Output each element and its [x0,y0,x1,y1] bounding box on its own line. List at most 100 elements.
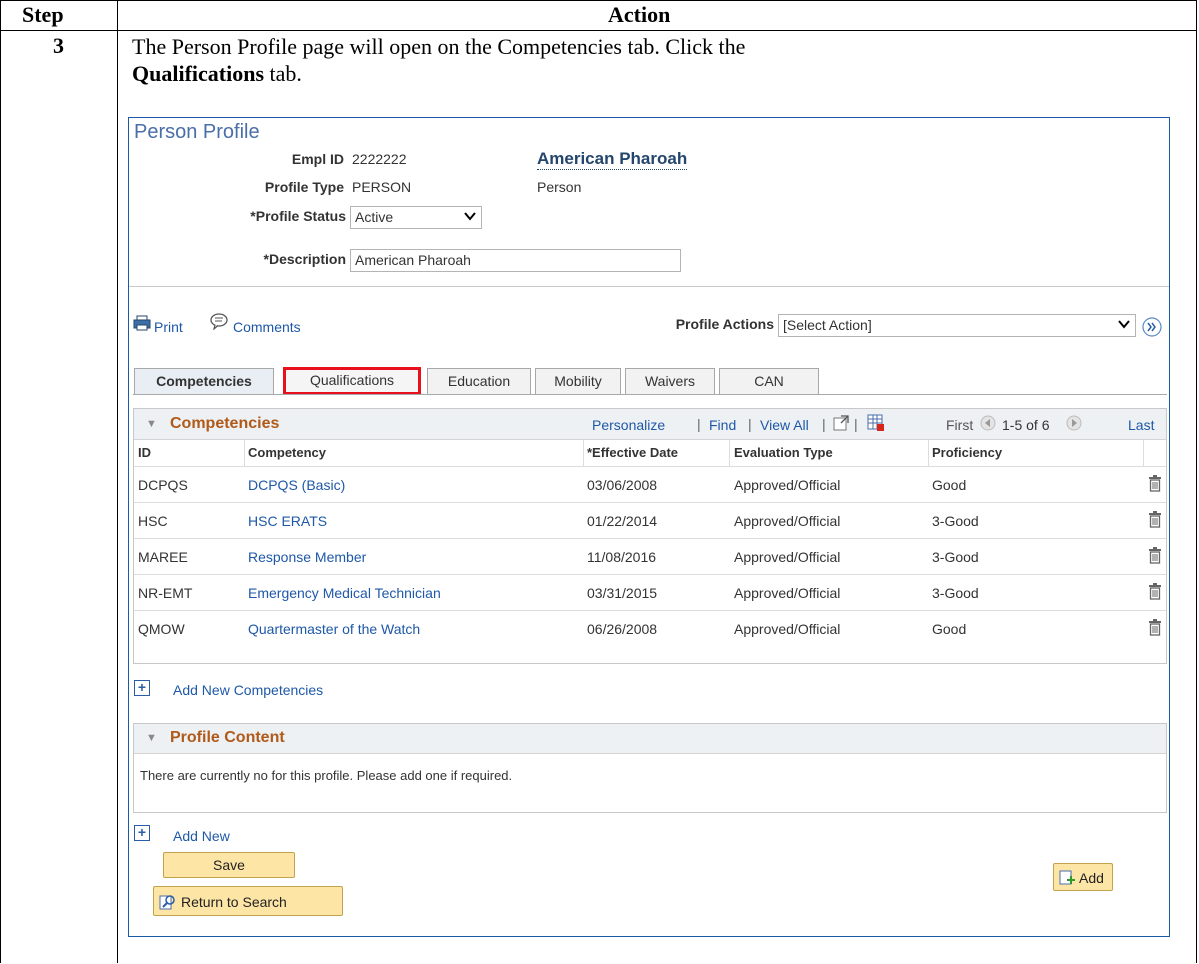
view-all-link[interactable]: View All [760,417,809,433]
add-new-plus-icon[interactable]: + [134,825,150,841]
row-proficiency: 3-Good [932,549,979,565]
separator: | [822,416,826,432]
profile-status-label: *Profile Status [250,208,346,224]
tab-waivers[interactable]: Waivers [625,368,715,394]
table-border-left [0,0,1,963]
row-evaluation-type: Approved/Official [734,549,841,565]
row-proficiency: Good [932,477,967,493]
chevron-down-icon [464,212,476,221]
profile-actions-label: Profile Actions [675,316,774,332]
comments-link[interactable]: Comments [233,319,301,335]
row-effective-date: 11/08/2016 [587,549,657,565]
trash-icon[interactable] [1148,619,1162,636]
table-header-divider [0,30,1197,31]
profile-content-title: Profile Content [170,729,285,746]
add-button[interactable]: Add [1053,863,1113,891]
row-evaluation-type: Approved/Official [734,477,841,493]
profile-type-label: Profile Type [264,179,344,195]
next-icon[interactable] [1066,415,1082,431]
return-to-search-label: Return to Search [181,894,287,910]
column-header-proficiency: Proficiency [932,445,1003,460]
competencies-grid-title: Competencies [170,415,280,432]
step-number: 3 [53,33,64,58]
profile-type-value: PERSON [352,179,412,195]
chevron-down-icon [1118,320,1130,329]
profile-actions-select[interactable]: [Select Action] [778,314,1136,337]
add-new-link[interactable]: Add New [173,828,230,844]
return-search-icon [159,895,175,910]
tab-mobility[interactable]: Mobility [535,368,621,394]
table-row: QMOW Quartermaster of the Watch 06/26/20… [134,610,1166,646]
instruction-line-2: Qualifications tab. [132,60,302,87]
add-new-competencies-link[interactable]: Add New Competencies [173,682,323,698]
trash-icon[interactable] [1148,583,1162,600]
add-button-label: Add [1079,870,1104,886]
add-competency-plus-icon[interactable]: + [134,680,150,696]
empl-id-value: 2222222 [352,151,407,167]
last-link[interactable]: Last [1128,417,1154,433]
add-document-icon [1059,870,1075,885]
go-icon[interactable] [1142,317,1162,337]
row-effective-date: 03/31/2015 [587,585,658,601]
profile-status-value: Active [355,209,394,225]
trash-icon[interactable] [1148,475,1162,492]
first-label: First [946,417,974,433]
collapse-triangle-icon[interactable]: ▼ [146,732,157,744]
print-link[interactable]: Print [154,319,183,335]
grid-column-headers: ID Competency *Effective Date Evaluation… [134,440,1166,466]
profile-content-section: ▼ Profile Content There are currently no… [133,723,1167,813]
row-competency-link[interactable]: DCPQS (Basic) [248,477,345,493]
row-competency-link[interactable]: HSC ERATS [248,513,327,529]
trash-icon[interactable] [1148,511,1162,528]
new-window-icon[interactable] [833,415,849,431]
separator: | [854,416,858,432]
tab-competencies[interactable]: Competencies [134,368,274,394]
row-proficiency: Good [932,621,967,637]
tab-strip-baseline [133,394,1167,395]
table-row: HSC HSC ERATS 01/22/2014 Approved/Offici… [134,502,1166,538]
page-title: Person Profile [134,121,260,143]
row-id: HSC [138,513,168,529]
row-id: MAREE [138,549,188,565]
column-header-evaluation-type: Evaluation Type [734,445,833,460]
row-competency-link[interactable]: Emergency Medical Technician [248,585,441,601]
person-name[interactable]: American Pharoah [537,149,688,170]
row-effective-date: 06/26/2008 [587,621,658,637]
column-divider [583,440,584,466]
column-header-competency: Competency [248,445,327,460]
instruction-bold-target: Qualifications [132,61,265,86]
row-effective-date: 01/22/2014 [587,513,658,529]
profile-content-header: ▼ Profile Content [134,724,1166,754]
save-button[interactable]: Save [163,852,295,878]
row-competency-link[interactable]: Response Member [248,549,366,565]
description-input[interactable]: American Pharoah [350,249,681,272]
instruction-tail: tab. [264,61,302,86]
profile-status-select[interactable]: Active [350,206,482,229]
person-profile-panel: Person Profile Empl ID 2222222 American … [128,117,1170,937]
find-link[interactable]: Find [709,417,736,433]
previous-icon[interactable] [980,415,996,431]
print-icon[interactable] [133,315,151,331]
row-id: DCPQS [138,477,188,493]
comments-icon[interactable] [209,312,229,330]
personalize-link[interactable]: Personalize [592,417,665,433]
tab-can[interactable]: CAN [719,368,819,394]
row-id: QMOW [138,621,185,637]
collapse-triangle-icon[interactable]: ▼ [146,418,157,430]
tab-education[interactable]: Education [427,368,531,394]
table-column-divider [117,0,118,963]
step-column-header: Step [22,2,64,27]
spreadsheet-download-icon[interactable] [867,414,885,432]
action-column-header: Action [608,2,671,27]
table-border-top [0,0,1197,1]
row-id: NR-EMT [138,585,193,601]
return-to-search-button[interactable]: Return to Search [153,886,343,916]
separator: | [748,416,752,432]
row-evaluation-type: Approved/Official [734,585,841,601]
row-evaluation-type: Approved/Official [734,513,841,529]
profile-content-message: There are currently no for this profile.… [140,768,513,783]
tab-qualifications[interactable]: Qualifications [283,367,421,395]
column-divider [729,440,730,466]
trash-icon[interactable] [1148,547,1162,564]
row-competency-link[interactable]: Quartermaster of the Watch [248,621,420,637]
